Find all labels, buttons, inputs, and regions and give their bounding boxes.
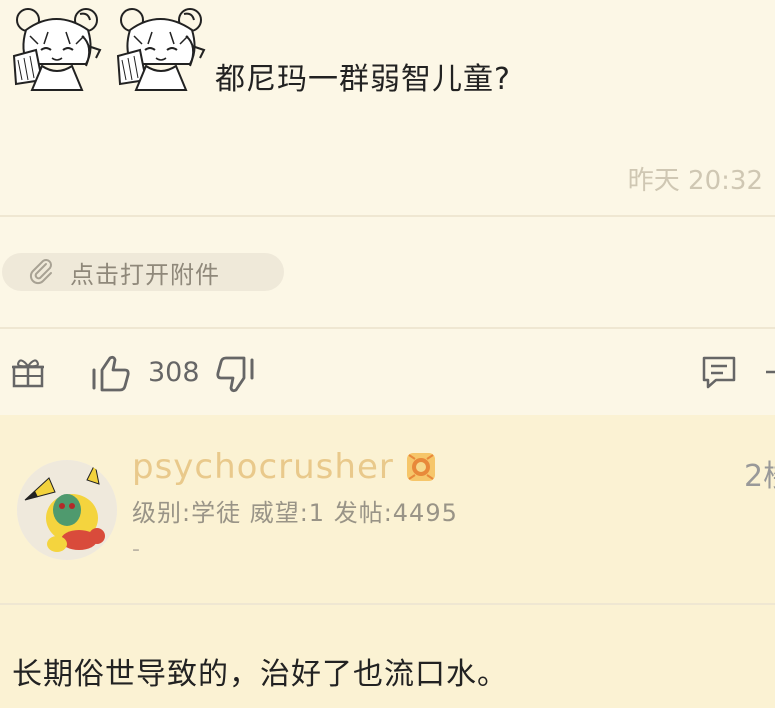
comment-icon[interactable] [700, 354, 738, 390]
reply-username[interactable]: psychocrusher [132, 447, 394, 487]
reply-user-signature: - [132, 537, 140, 562]
user-badge-icon [407, 453, 435, 481]
thumbs-up-icon[interactable] [90, 354, 132, 392]
reply-post: psychocrusher 级别:学徒 威望:1 发帖:4495 - 2楼 长期… [0, 415, 775, 708]
post-timestamp: 昨天 20:32 [627, 166, 763, 196]
avatar[interactable] [17, 460, 117, 560]
floor-number: 2楼 [744, 459, 775, 494]
divider [0, 327, 775, 329]
divider [0, 603, 775, 605]
divider [0, 215, 775, 217]
paperclip-icon [29, 259, 52, 285]
reply-content: 长期俗世导致的，治好了也流口水。 [12, 657, 508, 692]
post-actions-bar: 308 [0, 340, 775, 404]
anime-girl-sticker [8, 6, 106, 96]
reply-user-meta: 级别:学徒 威望:1 发帖:4495 [132, 499, 458, 527]
like-count: 308 [148, 357, 200, 388]
post-area: 都尼玛一群弱智儿童? 昨天 20:32 点击打开附件 308 [0, 0, 775, 415]
attachment-label: 点击打开附件 [70, 260, 220, 289]
gift-icon[interactable] [10, 354, 46, 390]
anime-girl-sticker [112, 6, 210, 96]
post-message: 都尼玛一群弱智儿童? [215, 62, 511, 97]
more-icon[interactable] [762, 360, 775, 384]
thumbs-down-icon[interactable] [214, 356, 256, 394]
sticker-group [8, 6, 210, 96]
open-attachment-button[interactable]: 点击打开附件 [2, 253, 284, 291]
